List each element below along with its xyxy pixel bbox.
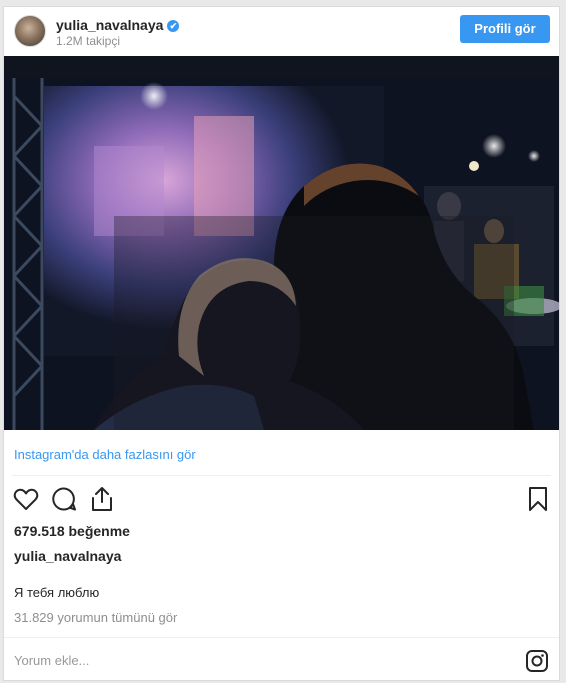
username-text[interactable]: yulia_navalnaya bbox=[56, 17, 163, 33]
avatar[interactable] bbox=[14, 15, 46, 47]
action-bar bbox=[12, 485, 552, 513]
verified-badge-icon: ✔ bbox=[167, 20, 180, 32]
divider bbox=[4, 637, 559, 638]
post-photo[interactable] bbox=[4, 56, 559, 430]
caption-username[interactable]: yulia_navalnaya bbox=[14, 548, 121, 564]
heart-icon[interactable] bbox=[12, 485, 40, 513]
view-profile-button[interactable]: Profili gör bbox=[460, 15, 550, 43]
add-comment-input[interactable]: Yorum ekle... bbox=[14, 653, 89, 668]
comment-icon[interactable] bbox=[50, 485, 78, 513]
see-more-link[interactable]: Instagram'da daha fazlasını gör bbox=[14, 447, 196, 462]
concert-photo-image bbox=[4, 56, 559, 430]
bookmark-icon[interactable] bbox=[524, 485, 552, 513]
instagram-icon[interactable] bbox=[525, 649, 549, 673]
follower-count: 1.2M takipçi bbox=[56, 34, 121, 48]
username-link[interactable]: yulia_navalnaya ✔ bbox=[56, 17, 180, 33]
view-all-comments-link[interactable]: 31.829 yorumun tümünü gör bbox=[14, 610, 177, 625]
post-header: yulia_navalnaya ✔ 1.2M takipçi Profili gö… bbox=[4, 7, 559, 53]
instagram-embed-card: yulia_navalnaya ✔ 1.2M takipçi Profili gö… bbox=[3, 6, 560, 681]
caption-text: Я тебя люблю bbox=[14, 585, 100, 600]
share-icon[interactable] bbox=[88, 485, 116, 513]
like-count[interactable]: 679.518 beğenme bbox=[14, 523, 130, 539]
divider bbox=[12, 475, 551, 476]
